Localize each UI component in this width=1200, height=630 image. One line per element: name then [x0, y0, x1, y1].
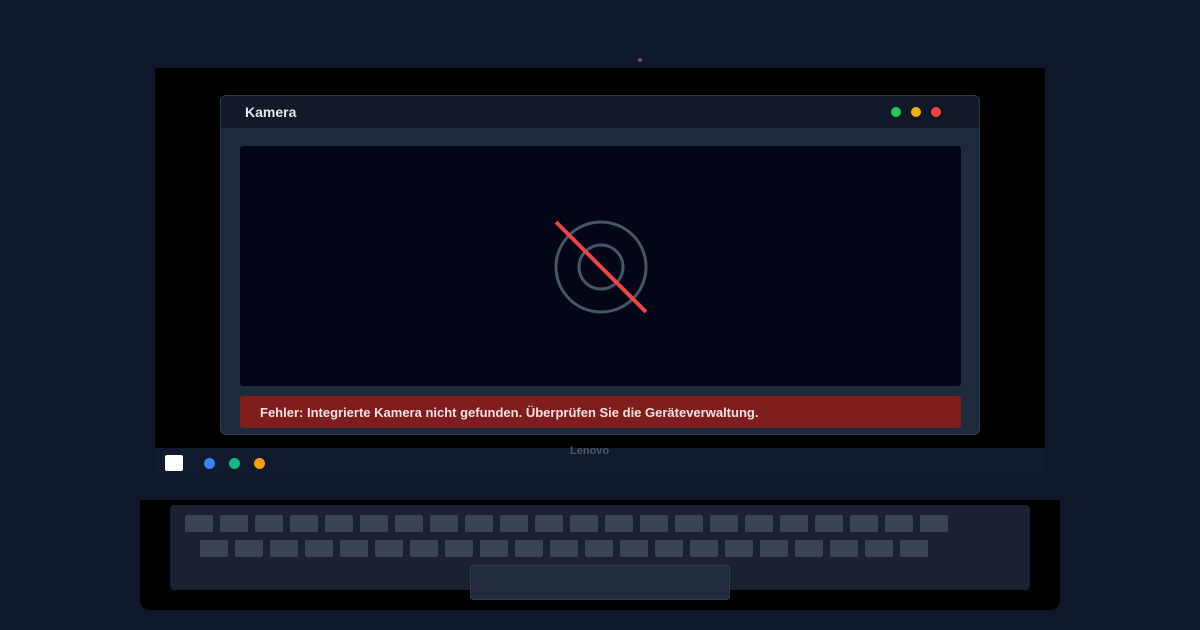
tray-icon-blue[interactable]	[204, 458, 215, 469]
tray-icon-orange[interactable]	[254, 458, 265, 469]
touchpad[interactable]	[470, 565, 730, 600]
keyboard-key[interactable]	[795, 540, 823, 557]
keyboard-key[interactable]	[640, 515, 668, 532]
keyboard-key[interactable]	[340, 540, 368, 557]
keyboard-key[interactable]	[535, 515, 563, 532]
keyboard-key[interactable]	[515, 540, 543, 557]
keyboard-key[interactable]	[375, 540, 403, 557]
keyboard-key[interactable]	[550, 540, 578, 557]
keyboard-key[interactable]	[570, 515, 598, 532]
keyboard-key[interactable]	[325, 515, 353, 532]
keyboard-key[interactable]	[725, 540, 753, 557]
keyboard-key[interactable]	[620, 540, 648, 557]
keyboard-key[interactable]	[760, 540, 788, 557]
keyboard-key[interactable]	[410, 540, 438, 557]
keyboard-key[interactable]	[220, 515, 248, 532]
keyboard-key[interactable]	[780, 515, 808, 532]
keyboard-key[interactable]	[900, 540, 928, 557]
keyboard-key[interactable]	[270, 540, 298, 557]
keyboard-key[interactable]	[605, 515, 633, 532]
keyboard-key[interactable]	[920, 515, 948, 532]
error-message: Fehler: Integrierte Kamera nicht gefunde…	[260, 405, 759, 420]
keyboard-key[interactable]	[430, 515, 458, 532]
keyboard-key[interactable]	[655, 540, 683, 557]
keyboard-key[interactable]	[850, 515, 878, 532]
camera-window: Kamera Fehler: Integrierte Kamera nicht …	[220, 95, 980, 435]
keyboard-key[interactable]	[200, 540, 228, 557]
keyboard-key[interactable]	[255, 515, 283, 532]
minimize-button[interactable]	[891, 107, 901, 117]
keyboard-key[interactable]	[885, 515, 913, 532]
keyboard-key[interactable]	[585, 540, 613, 557]
keyboard-key[interactable]	[480, 540, 508, 557]
tray-icon-green[interactable]	[229, 458, 240, 469]
keyboard-key[interactable]	[465, 515, 493, 532]
error-banner: Fehler: Integrierte Kamera nicht gefunde…	[240, 396, 961, 428]
close-button[interactable]	[931, 107, 941, 117]
keyboard-key[interactable]	[360, 515, 388, 532]
keyboard-key[interactable]	[235, 540, 263, 557]
brand-label: Lenovo	[570, 445, 610, 457]
keyboard-key[interactable]	[745, 515, 773, 532]
keyboard-key[interactable]	[445, 540, 473, 557]
keyboard-key[interactable]	[395, 515, 423, 532]
maximize-button[interactable]	[911, 107, 921, 117]
keyboard-key[interactable]	[830, 540, 858, 557]
keyboard-key[interactable]	[865, 540, 893, 557]
keyboard-key[interactable]	[710, 515, 738, 532]
keyboard-key[interactable]	[500, 515, 528, 532]
keyboard-key[interactable]	[290, 515, 318, 532]
keyboard-key[interactable]	[690, 540, 718, 557]
keyboard-key[interactable]	[675, 515, 703, 532]
keyboard-key[interactable]	[305, 540, 333, 557]
start-icon[interactable]	[165, 455, 183, 471]
window-title: Kamera	[245, 104, 297, 120]
keyboard-key[interactable]	[815, 515, 843, 532]
webcam-lens-icon	[638, 58, 642, 62]
keyboard-key[interactable]	[185, 515, 213, 532]
camera-preview	[240, 146, 961, 386]
window-titlebar[interactable]: Kamera	[221, 96, 979, 128]
camera-off-icon	[554, 220, 648, 314]
